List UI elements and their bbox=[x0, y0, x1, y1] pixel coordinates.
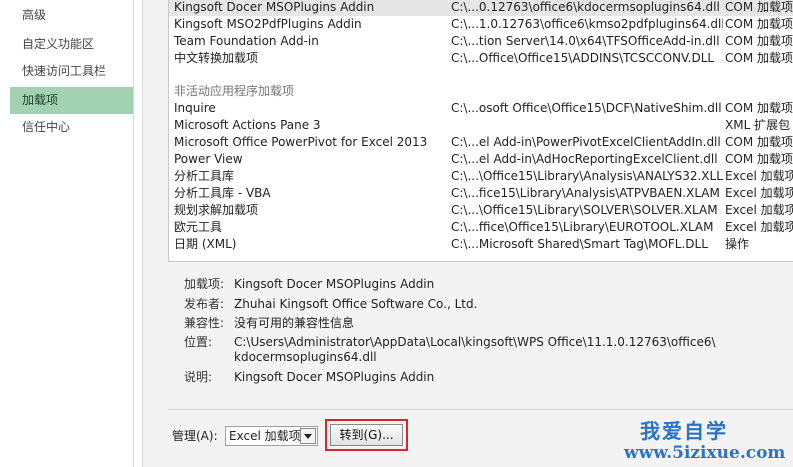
chevron-down-icon[interactable] bbox=[300, 428, 316, 444]
addin-name: Power View bbox=[174, 152, 243, 166]
detail-publisher-label: 发布者: bbox=[184, 297, 225, 311]
addin-location: C:\...fice15\Library\Analysis\ATPVBAEN.X… bbox=[451, 186, 720, 200]
addin-type: COM 加载项 bbox=[725, 135, 793, 149]
addin-row[interactable]: 欧元工具 C:\...ffice\Office15\Library\EUROTO… bbox=[169, 219, 793, 236]
manage-select[interactable]: Excel 加载项 bbox=[225, 426, 318, 446]
nav-item-advanced[interactable]: 高级 bbox=[10, 2, 133, 29]
addin-type: COM 加载项 bbox=[725, 34, 793, 48]
addin-row[interactable]: 规划求解加载项 C:\...\Office15\Library\SOLVER\S… bbox=[169, 202, 793, 219]
addin-type: COM 加载项 bbox=[725, 51, 793, 65]
addin-location: C:\...osoft Office\Office15\DCF\NativeSh… bbox=[451, 101, 722, 115]
addin-row[interactable]: 日期 (XML) C:\...Microsoft Shared\Smart Ta… bbox=[169, 236, 793, 253]
addin-row[interactable]: Microsoft Actions Pane 3 XML 扩展包 bbox=[169, 117, 793, 134]
detail-compat-label: 兼容性: bbox=[184, 316, 225, 330]
addin-type: Excel 加载项 bbox=[725, 203, 793, 217]
addin-row[interactable]: 分析工具库 - VBA C:\...fice15\Library\Analysi… bbox=[169, 185, 793, 202]
addin-type: Excel 加载项 bbox=[725, 169, 793, 183]
detail-addin-value: Kingsoft Docer MSOPlugins Addin bbox=[234, 277, 435, 291]
addin-location: C:\...el Add-in\AdHocReportingExcelClien… bbox=[451, 152, 718, 166]
detail-location-label: 位置: bbox=[184, 335, 213, 349]
addin-list[interactable]: Kingsoft Docer MSOPlugins Addin C:\...0.… bbox=[168, 0, 793, 262]
addins-panel: Kingsoft Docer MSOPlugins Addin C:\...0.… bbox=[142, 0, 793, 467]
divider bbox=[168, 409, 793, 410]
addin-location: C:\...ffice\Office15\Library\EUROTOOL.XL… bbox=[451, 220, 714, 234]
addin-name: 欧元工具 bbox=[174, 220, 223, 234]
addin-location: C:\...tion Server\14.0\x64\TFSOfficeAdd-… bbox=[451, 34, 720, 48]
watermark-url: www.5izixue.com bbox=[624, 443, 786, 463]
addin-row[interactable]: Microsoft Office PowerPivot for Excel 20… bbox=[169, 134, 793, 151]
manage-label: 管理(A): bbox=[172, 429, 218, 443]
addin-name: 日期 (XML) bbox=[174, 237, 237, 251]
addin-name: Microsoft Office PowerPivot for Excel 20… bbox=[174, 135, 428, 149]
go-button[interactable]: 转到(G)... bbox=[330, 424, 403, 446]
addin-type: COM 加载项 bbox=[725, 101, 793, 115]
inactive-section-header: 非活动应用程序加载项 bbox=[174, 84, 295, 98]
nav-item-quick-access-toolbar[interactable]: 快速访问工具栏 bbox=[10, 58, 133, 85]
addin-name: Team Foundation Add-in bbox=[174, 34, 319, 48]
options-nav: 高级 自定义功能区 快速访问工具栏 加载项 信任中心 bbox=[0, 0, 134, 467]
manage-select-value: Excel 加载项 bbox=[229, 429, 301, 443]
addin-type: XML 扩展包 bbox=[725, 118, 791, 132]
addin-name: 分析工具库 bbox=[174, 169, 235, 183]
addin-row[interactable]: Team Foundation Add-in C:\...tion Server… bbox=[169, 33, 793, 50]
addin-name: Inquire bbox=[174, 101, 216, 115]
addin-name: Kingsoft Docer MSOPlugins Addin bbox=[174, 0, 375, 14]
addin-location: C:\...Office\Office15\ADDINS\TCSCCONV.DL… bbox=[451, 51, 715, 65]
detail-desc-value: Kingsoft Docer MSOPlugins Addin bbox=[234, 370, 435, 384]
addin-location: C:\...\Office15\Library\SOLVER\SOLVER.XL… bbox=[451, 203, 718, 217]
addin-type: COM 加载项 bbox=[725, 17, 793, 31]
addin-type: COM 加载项 bbox=[725, 0, 793, 14]
addin-name: 分析工具库 - VBA bbox=[174, 186, 271, 200]
addin-row[interactable]: Kingsoft MSO2PdfPlugins Addin C:\...1.0.… bbox=[169, 16, 793, 33]
addin-location: C:\...el Add-in\PowerPivotExcelClientAdd… bbox=[451, 135, 721, 149]
addin-row[interactable]: Power View C:\...el Add-in\AdHocReportin… bbox=[169, 151, 793, 168]
addin-type: 操作 bbox=[725, 237, 750, 251]
addin-row[interactable]: Inquire C:\...osoft Office\Office15\DCF\… bbox=[169, 100, 793, 117]
addin-location: C:\...0.12763\office6\kdocermsoplugins64… bbox=[451, 0, 720, 14]
addin-location: C:\...\Office15\Library\Analysis\ANALYS3… bbox=[451, 169, 723, 183]
addin-row[interactable]: Kingsoft Docer MSOPlugins Addin C:\...0.… bbox=[169, 0, 793, 16]
addin-row[interactable]: 中文转换加载项 C:\...Office\Office15\ADDINS\TCS… bbox=[169, 50, 793, 67]
addin-name: Microsoft Actions Pane 3 bbox=[174, 118, 321, 132]
addin-location: C:\...Microsoft Shared\Smart Tag\MOFL.DL… bbox=[451, 237, 708, 251]
nav-item-addins[interactable]: 加载项 bbox=[10, 87, 133, 114]
addin-row[interactable]: 分析工具库 C:\...\Office15\Library\Analysis\A… bbox=[169, 168, 793, 185]
detail-publisher-value: Zhuhai Kingsoft Office Software Co., Ltd… bbox=[234, 297, 478, 311]
addin-type: COM 加载项 bbox=[725, 152, 793, 166]
addin-name: 规划求解加载项 bbox=[174, 203, 259, 217]
nav-item-trust-center[interactable]: 信任中心 bbox=[10, 114, 133, 141]
addin-type: Excel 加载项 bbox=[725, 220, 793, 234]
detail-addin-label: 加载项: bbox=[184, 277, 225, 291]
addin-name: Kingsoft MSO2PdfPlugins Addin bbox=[174, 17, 362, 31]
addin-location: C:\...1.0.12763\office6\kmso2pdfplugins6… bbox=[451, 17, 723, 31]
detail-desc-label: 说明: bbox=[184, 370, 213, 384]
detail-location-value-line2: kdocermsoplugins64.dll bbox=[234, 350, 377, 364]
watermark-text: 我爱自学 bbox=[640, 419, 728, 443]
addin-type: Excel 加载项 bbox=[725, 186, 793, 200]
addin-name: 中文转换加载项 bbox=[174, 51, 259, 65]
nav-item-customize-ribbon[interactable]: 自定义功能区 bbox=[10, 31, 133, 58]
detail-compat-value: 没有可用的兼容性信息 bbox=[234, 316, 355, 330]
